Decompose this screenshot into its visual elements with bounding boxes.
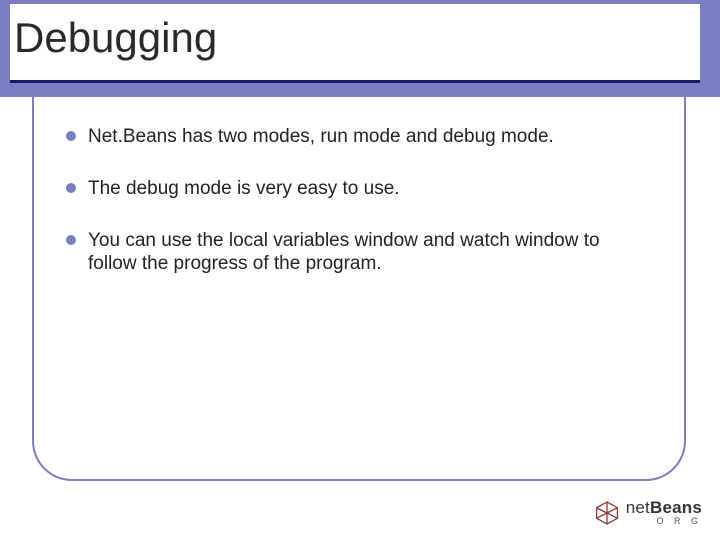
slide-title: Debugging: [14, 14, 217, 62]
bullet-icon: [66, 235, 76, 245]
list-item: Net.Beans has two modes, run mode and de…: [66, 125, 652, 149]
list-item: The debug mode is very easy to use.: [66, 177, 652, 201]
logo-text: netBeans O R G: [626, 499, 702, 526]
title-block: Debugging: [10, 4, 700, 83]
bullet-icon: [66, 183, 76, 193]
content-frame: Net.Beans has two modes, run mode and de…: [32, 95, 686, 481]
bullet-text: The debug mode is very easy to use.: [88, 178, 400, 199]
logo-org: O R G: [626, 517, 702, 526]
list-item: You can use the local variables window a…: [66, 229, 652, 277]
netbeans-logo: netBeans O R G: [594, 499, 702, 526]
bullet-list: Net.Beans has two modes, run mode and de…: [66, 125, 652, 276]
logo-net: net: [626, 498, 650, 517]
bullet-text: You can use the local variables window a…: [88, 230, 600, 275]
cube-icon: [594, 500, 620, 526]
bullet-text: Net.Beans has two modes, run mode and de…: [88, 126, 554, 147]
logo-beans: Beans: [650, 498, 702, 517]
bullet-icon: [66, 131, 76, 141]
slide: Debugging Net.Beans has two modes, run m…: [0, 0, 720, 540]
logo-wordmark: netBeans: [626, 499, 702, 516]
